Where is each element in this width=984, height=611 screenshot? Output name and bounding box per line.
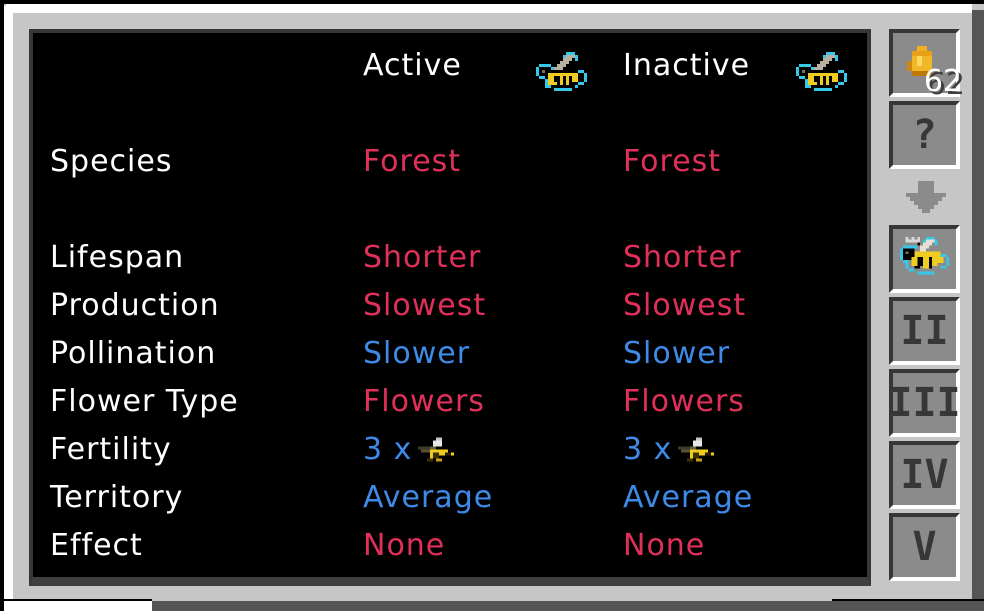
tab-ii[interactable]: II bbox=[889, 297, 960, 365]
tab-iii[interactable]: III bbox=[888, 369, 961, 437]
drone-bee-icon bbox=[678, 437, 715, 461]
lifespan-active-value: Shorter bbox=[363, 240, 482, 275]
row-label-species: Species bbox=[50, 144, 173, 179]
roman-numeral-iv: IV bbox=[900, 452, 949, 498]
fertility-inactive-text: 3 x bbox=[623, 432, 673, 467]
help-slot[interactable]: ? bbox=[889, 101, 960, 169]
bee-icon bbox=[796, 52, 847, 91]
frame-corner-bottom-left bbox=[4, 599, 152, 611]
row-label-flower-type: Flower Type bbox=[50, 384, 239, 419]
production-inactive-value: Slowest bbox=[623, 288, 747, 323]
bee-slot[interactable] bbox=[889, 225, 960, 293]
row-label-fertility: Fertility bbox=[50, 432, 172, 467]
drone-bee-icon bbox=[418, 437, 455, 461]
flower-type-active-value: Flowers bbox=[363, 384, 485, 419]
active-column-header: Active bbox=[363, 48, 462, 83]
arrow-down-icon bbox=[906, 181, 946, 213]
tab-v[interactable]: V bbox=[889, 513, 960, 581]
species-inactive-value: Forest bbox=[623, 144, 722, 179]
honey-drop-count: 62 bbox=[923, 64, 962, 99]
honey-drop-slot[interactable]: 62 bbox=[889, 29, 962, 99]
row-label-territory: Territory bbox=[50, 480, 184, 515]
frame-highlight-left bbox=[4, 6, 13, 601]
roman-numeral-iii: III bbox=[888, 380, 961, 426]
production-active-value: Slowest bbox=[363, 288, 487, 323]
territory-inactive-value: Average bbox=[623, 480, 754, 515]
roman-numeral-v: V bbox=[912, 524, 937, 570]
question-mark-icon: ? bbox=[912, 112, 937, 158]
roman-numeral-ii: II bbox=[900, 308, 949, 354]
territory-active-value: Average bbox=[363, 480, 494, 515]
row-label-effect: Effect bbox=[50, 528, 143, 563]
frame-highlight-top bbox=[6, 4, 972, 13]
frame-shadow-right bbox=[972, 10, 984, 611]
bee-icon bbox=[536, 52, 587, 91]
row-label-pollination: Pollination bbox=[50, 336, 217, 371]
lifespan-inactive-value: Shorter bbox=[623, 240, 742, 275]
pollination-active-value: Slower bbox=[363, 336, 471, 371]
frame-corner-bottom-right bbox=[832, 599, 984, 611]
genome-info-panel: Active Inactive Species Forest Forest Li bbox=[29, 29, 871, 586]
effect-active-value: None bbox=[363, 528, 446, 563]
tab-iv[interactable]: IV bbox=[889, 441, 960, 509]
fertility-active-text: 3 x bbox=[363, 432, 413, 467]
row-label-production: Production bbox=[50, 288, 220, 323]
princess-bee-icon bbox=[899, 236, 950, 275]
species-active-value: Forest bbox=[363, 144, 462, 179]
fertility-active-value: 3 x bbox=[363, 433, 460, 467]
effect-inactive-value: None bbox=[623, 528, 706, 563]
pollination-inactive-value: Slower bbox=[623, 336, 731, 371]
fertility-inactive-value: 3 x bbox=[623, 433, 720, 467]
inactive-column-header: Inactive bbox=[623, 48, 751, 83]
flower-type-inactive-value: Flowers bbox=[623, 384, 745, 419]
row-label-lifespan: Lifespan bbox=[50, 240, 185, 275]
